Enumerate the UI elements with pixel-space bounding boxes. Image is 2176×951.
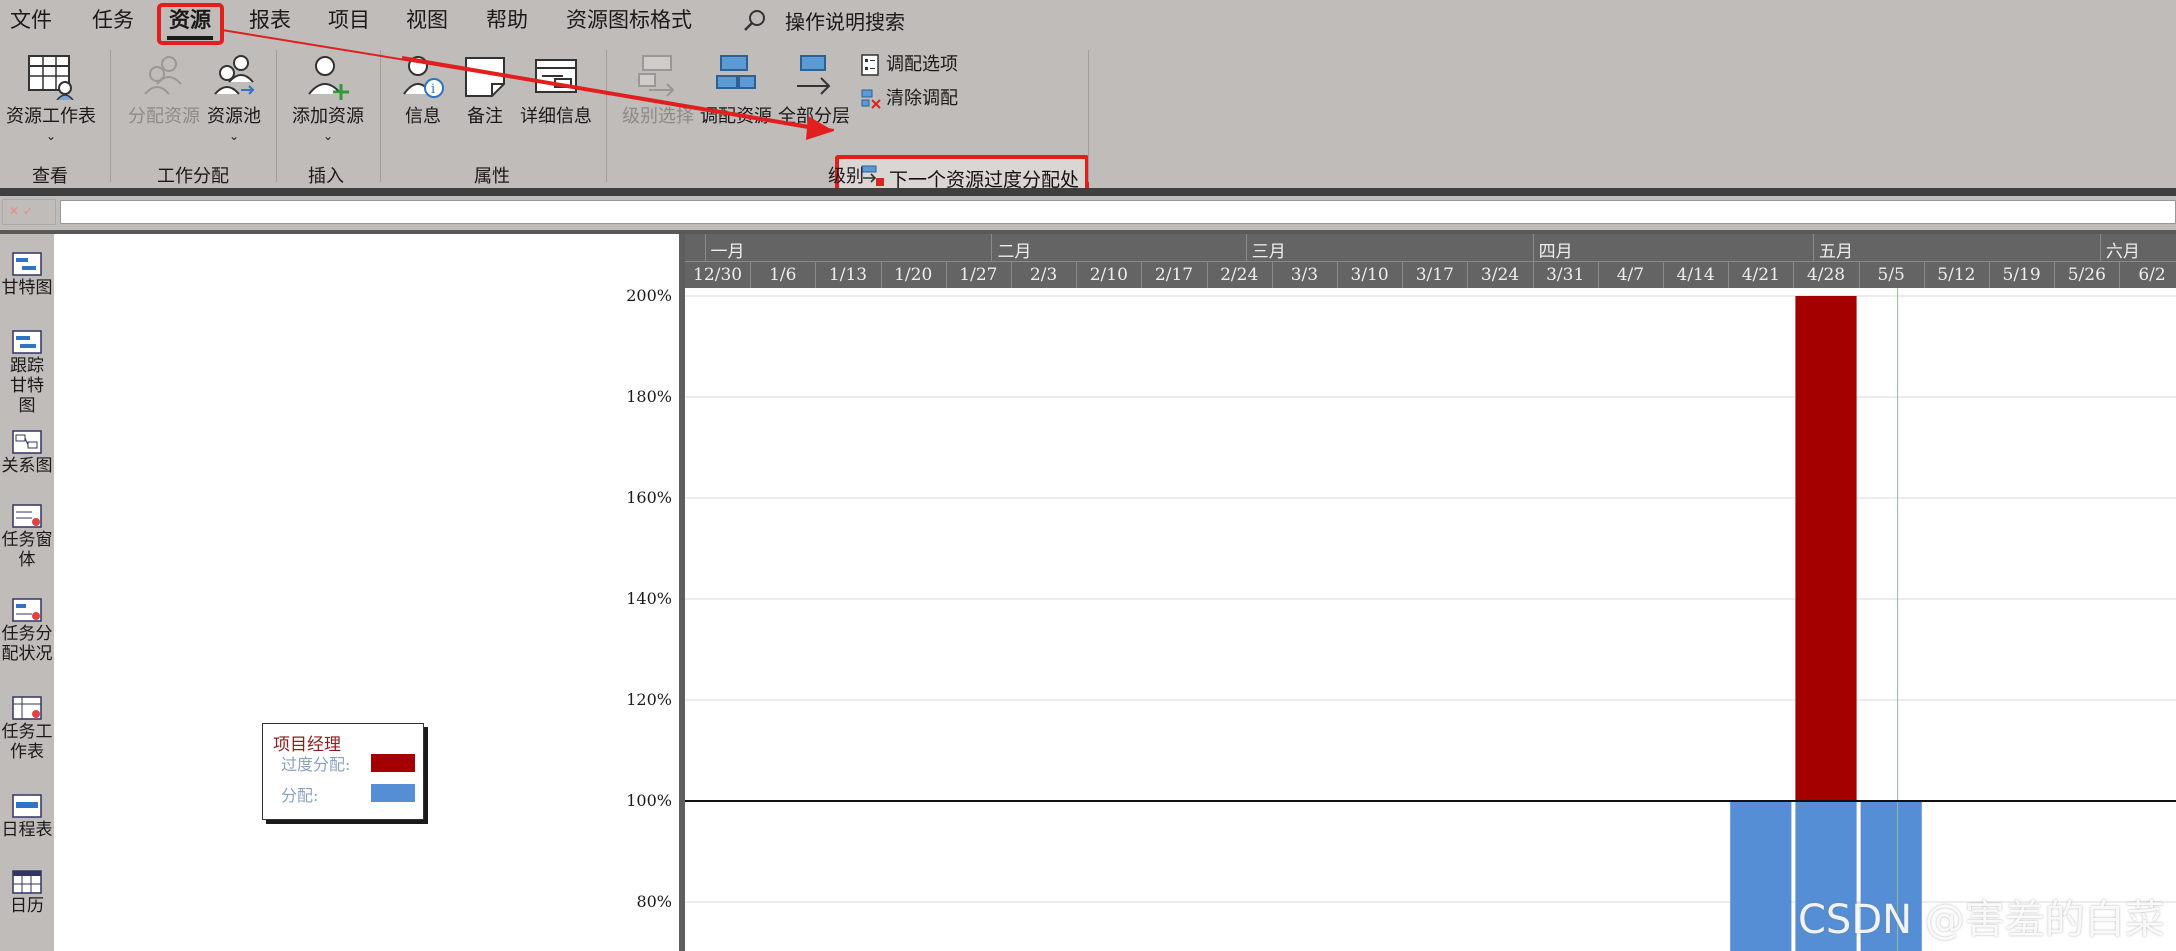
annotation-arrow-line — [401, 56, 821, 131]
ms-project-window: 文件 任务 资源 报表 项目 视图 帮助 资源图标格式 操作说明搜索 资源工作表… — [0, 0, 2176, 951]
annotation-overlay — [221, 29, 835, 140]
watermark: CSDN @害羞的白菜 — [1798, 897, 2165, 943]
annotation-arrowhead-icon — [806, 116, 834, 140]
